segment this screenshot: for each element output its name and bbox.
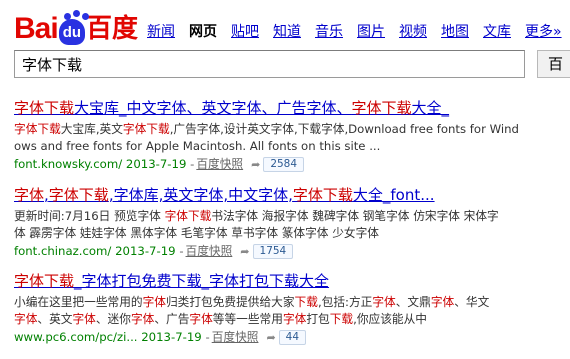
share-icon: ➦: [240, 245, 250, 258]
result-meta: font.chinaz.com/ 2013-7-19 - 百度快照 ➦ 1754: [14, 243, 570, 260]
result-url: font.chinaz.com/: [14, 244, 112, 258]
nav-map[interactable]: 地图: [441, 21, 469, 41]
text-segment: ,广告字体,设计英文字体,下载字体,Download free fonts fo…: [169, 122, 519, 136]
abstract-line: 更新时间:7月16日 预览字体 字体下载书法字体 海报字体 魏碑字体 钢笔字体 …: [14, 208, 570, 225]
result-title-link[interactable]: 字体下载_字体打包免费下载_字体打包下载大全: [14, 272, 570, 291]
search-box: [14, 50, 525, 78]
result-title-link[interactable]: 字体,字体下载,字体库,英文字体,中文字体,字体下载大全_font...: [14, 186, 570, 205]
result-date: 2013-7-19: [141, 330, 202, 344]
keyword-highlight: 字体: [189, 312, 213, 326]
text-segment: 、英文: [37, 312, 73, 326]
keyword-highlight: 字体下载: [14, 99, 75, 117]
keyword-highlight: 字体: [14, 186, 45, 204]
text-segment: ows and free fonts for Apple Macintosh. …: [14, 139, 381, 153]
share-button[interactable]: ➦ 1754: [240, 243, 294, 260]
text-segment: 打包: [306, 312, 330, 326]
text-segment: ,包括:方正: [317, 295, 373, 309]
nav-news[interactable]: 新闻: [147, 21, 175, 41]
keyword-highlight: 字体: [14, 312, 38, 326]
abstract-line: 字体、英文字体、迷你字体、广告字体等等一些常用字体打包下载,你应该能从中: [14, 311, 570, 328]
result-url: www.pc6.com/pc/zi...: [14, 330, 138, 344]
share-icon: ➦: [266, 331, 276, 344]
share-count: 1754: [252, 244, 294, 259]
result-title-link[interactable]: 字体下载大宝库_中文字体、英文字体、广告字体、字体下载大全_: [14, 99, 570, 118]
text-segment: ,你应该能从中: [353, 312, 427, 326]
text-segment: 大全_font...: [352, 186, 435, 204]
nav-video[interactable]: 视频: [399, 21, 427, 41]
text-segment: 大宝库,英文: [60, 122, 123, 136]
top-nav: 新闻 网页 贴吧 知道 音乐 图片 视频 地图 文库 更多»: [147, 21, 562, 41]
result-date: 2013-7-19: [115, 244, 176, 258]
nav-tieba[interactable]: 贴吧: [231, 21, 259, 41]
logo-text-bai: Bai: [14, 12, 59, 45]
keyword-highlight: 字体下载: [48, 186, 109, 204]
text-segment: 体 霹雳字体 娃娃字体 黑体字体 毛笔字体 草书字体 篆体字体 少女字体: [14, 226, 379, 240]
text-segment: 、华文: [454, 295, 490, 309]
share-icon: ➦: [251, 158, 261, 171]
keyword-highlight: 字体: [130, 312, 155, 326]
text-segment: 更新时间:7月16日 预览字体: [14, 209, 165, 223]
text-segment: 等等一些常用: [212, 312, 283, 326]
search-input[interactable]: [15, 51, 509, 77]
keyword-highlight: 下载: [294, 295, 318, 309]
text-segment: 大宝库_中文字体、英文字体、广告字体、: [74, 99, 352, 117]
abstract-line: ows and free fonts for Apple Macintosh. …: [14, 138, 570, 155]
result-abstract: 更新时间:7月16日 预览字体 字体下载书法字体 海报字体 魏碑字体 钢笔字体 …: [14, 208, 570, 242]
meta-separator: -: [205, 330, 210, 344]
keyword-highlight: 字体: [142, 295, 166, 309]
text-segment: 、迷你: [95, 312, 131, 326]
snapshot-link[interactable]: 百度快照: [196, 156, 243, 173]
snapshot-link[interactable]: 百度快照: [212, 329, 259, 346]
keyword-highlight: 下载: [329, 312, 354, 326]
result-item: 字体下载大宝库_中文字体、英文字体、广告字体、字体下载大全_ 字体下载大宝库,英…: [14, 99, 570, 173]
search-button[interactable]: 百: [537, 50, 570, 78]
text-segment: 归类打包免费提供给大家: [165, 295, 295, 309]
abstract-line: 体 霹雳字体 娃娃字体 黑体字体 毛笔字体 草书字体 篆体字体 少女字体: [14, 225, 570, 242]
baidu-logo[interactable]: Bai du 百度: [14, 6, 138, 46]
meta-separator: -: [190, 157, 195, 171]
keyword-highlight: 字体下载: [164, 209, 212, 223]
text-segment: ,字体库,英文字体,中文字体,: [108, 186, 293, 204]
share-count: 2584: [263, 157, 305, 172]
text-segment: 书法字体 海报字体 魏碑字体 钢笔字体 仿宋字体 宋体字: [211, 209, 499, 223]
nav-images[interactable]: 图片: [357, 21, 385, 41]
text-segment: 、文鼎: [395, 295, 431, 309]
result-date: 2013-7-19: [125, 157, 187, 171]
text-segment: _字体打包免费下载_字体打包下载大全: [74, 272, 330, 290]
keyword-highlight: 字体下载: [14, 122, 61, 136]
nav-more[interactable]: 更多»: [525, 21, 562, 41]
nav-music[interactable]: 音乐: [315, 21, 343, 41]
share-button[interactable]: ➦ 44: [266, 329, 307, 346]
keyword-highlight: 字体: [72, 312, 96, 326]
text-segment: 小编在这里把一些常用的: [14, 295, 143, 309]
result-meta: font.knowsky.com/ 2013-7-19 - 百度快照 ➦ 2584: [14, 156, 570, 173]
nav-zhidao[interactable]: 知道: [273, 21, 301, 41]
keyword-highlight: 字体下载: [292, 186, 353, 204]
text-segment: 、广告: [154, 312, 190, 326]
keyword-highlight: 字体: [372, 295, 396, 309]
nav-web: 网页: [189, 24, 217, 40]
keyword-highlight: 字体下载: [14, 272, 75, 290]
nav-wenku[interactable]: 文库: [483, 21, 511, 41]
result-item: 字体,字体下载,字体库,英文字体,中文字体,字体下载大全_font... 更新时…: [14, 186, 570, 260]
abstract-line: 字体下载大宝库,英文字体下载,广告字体,设计英文字体,下载字体,Download…: [14, 121, 570, 138]
logo-text-du: du: [62, 24, 82, 41]
keyword-highlight: 字体下载: [122, 122, 170, 136]
result-item: 字体下载_字体打包免费下载_字体打包下载大全 小编在这里把一些常用的字体归类打包…: [14, 272, 570, 346]
share-count: 44: [278, 330, 307, 345]
result-abstract: 小编在这里把一些常用的字体归类打包免费提供给大家下载,包括:方正字体、文鼎字体、…: [14, 294, 570, 328]
keyword-highlight: 字体下载: [351, 99, 412, 117]
result-url: font.knowsky.com/: [14, 157, 123, 171]
share-button[interactable]: ➦ 2584: [251, 156, 305, 173]
abstract-line: 小编在这里把一些常用的字体归类打包免费提供给大家下载,包括:方正字体、文鼎字体、…: [14, 294, 570, 311]
keyword-highlight: 字体: [430, 295, 455, 309]
logo-text-cn: 百度: [86, 14, 139, 44]
result-meta: www.pc6.com/pc/zi... 2013-7-19 - 百度快照 ➦ 4…: [14, 329, 570, 346]
meta-separator: -: [179, 244, 184, 258]
paw-icon: du: [58, 13, 86, 45]
snapshot-link[interactable]: 百度快照: [186, 243, 233, 260]
keyword-highlight: 字体: [282, 312, 307, 326]
result-abstract: 字体下载大宝库,英文字体下载,广告字体,设计英文字体,下载字体,Download…: [14, 121, 570, 155]
text-segment: 大全_: [411, 99, 450, 117]
